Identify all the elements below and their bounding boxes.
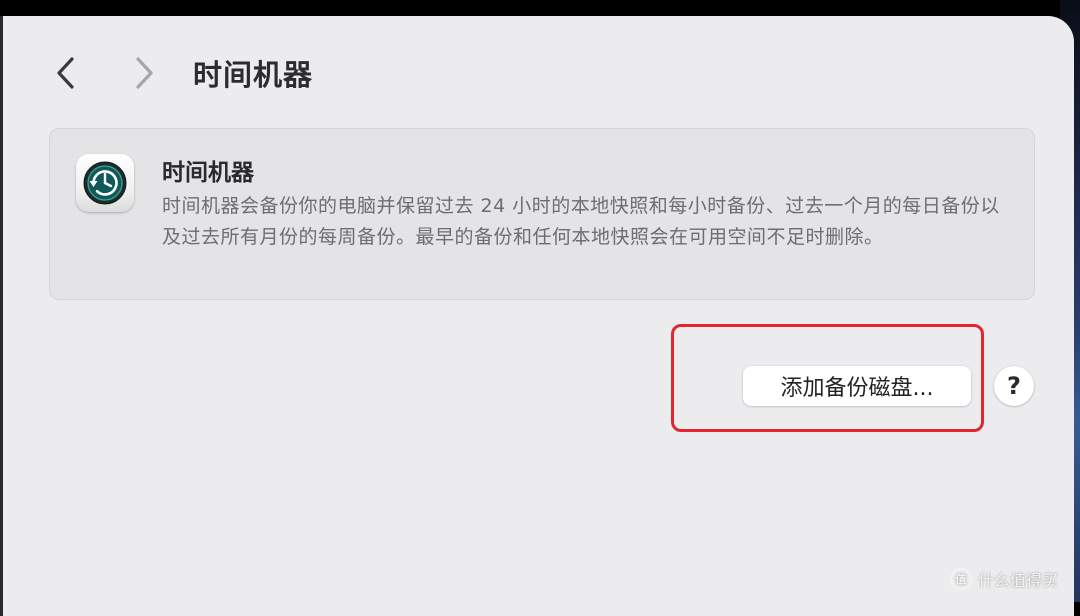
card-description: 时间机器会备份你的电脑并保留过去 24 小时的本地快照和每小时备份、过去一个月的… xyxy=(162,195,1000,248)
back-button[interactable] xyxy=(49,56,83,90)
info-card: 时间机器 时间机器会备份你的电脑并保留过去 24 小时的本地快照和每小时备份、过… xyxy=(49,128,1035,300)
help-button[interactable]: ? xyxy=(994,366,1034,406)
add-backup-disk-button[interactable]: 添加备份磁盘... xyxy=(743,366,971,406)
card-title: 时间机器 xyxy=(162,160,254,186)
watermark-text: 什么值得买 xyxy=(978,571,1059,590)
watermark: 值 什么值得买 xyxy=(950,566,1058,592)
chevron-left-icon xyxy=(57,57,74,89)
forward-button[interactable] xyxy=(127,56,161,90)
settings-window: 时间机器 时间机器 时间机器会备份你的电脑并保留过去 24 小时的本地快照和每小… xyxy=(0,16,1074,616)
watermark-logo-icon: 值 xyxy=(950,568,972,590)
page-title: 时间机器 xyxy=(193,58,314,92)
time-machine-icon xyxy=(76,154,134,212)
chevron-right-icon xyxy=(136,57,153,89)
